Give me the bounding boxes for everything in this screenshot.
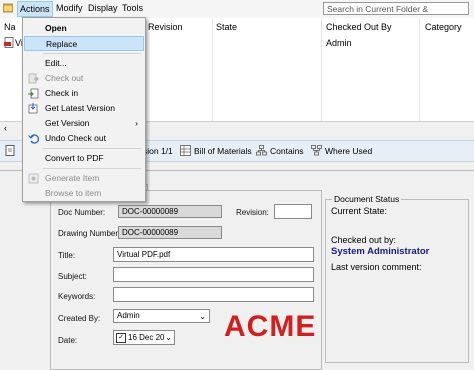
menu-item-get-version[interactable]: Get Version › (24, 116, 144, 131)
checked-out-by-label: Checked out by: (331, 235, 397, 245)
menu-actions[interactable]: Actions (17, 1, 53, 17)
tab-version[interactable]: sion 1/1 (143, 146, 173, 156)
acme-logo: ACME (224, 310, 317, 343)
actions-menu: Open Replace Edit... Check out Check in … (22, 17, 146, 202)
subject-field[interactable] (113, 267, 314, 282)
menu-item-open[interactable]: Open (24, 21, 144, 36)
title-field[interactable]: Virtual PDF.pdf (113, 247, 314, 262)
date-picker[interactable]: ✓ 16 Dec 20 ⌄ (113, 330, 175, 345)
menu-item-get-latest-version[interactable]: Get Latest Version (24, 101, 144, 116)
keywords-field[interactable] (113, 287, 314, 302)
where-used-icon (311, 145, 322, 156)
undo-icon (28, 133, 40, 144)
revision-label: Revision: (236, 208, 269, 217)
get-latest-version-icon (28, 103, 39, 114)
title-label: Title: (58, 251, 76, 260)
menu-item-edit[interactable]: Edit... (24, 56, 144, 71)
bill-of-materials-icon (180, 145, 191, 156)
document-status-group: Document Status (325, 194, 469, 363)
created-by-label: Created By: (58, 314, 101, 323)
menu-item-undo-check-out[interactable]: Undo Check out (24, 131, 144, 146)
last-version-comment-label: Last version comment: (331, 262, 422, 272)
check-in-icon (28, 88, 39, 99)
generate-item-icon (28, 173, 39, 184)
chevron-down-icon[interactable]: ⌄ (165, 332, 172, 343)
menu-item-generate-item: Generate Item (24, 171, 144, 186)
pdf-file-icon (4, 37, 14, 48)
chevron-down-icon[interactable]: ⌄ (199, 311, 206, 322)
current-state-label: Current State: (331, 206, 388, 216)
revision-field[interactable] (274, 204, 312, 219)
menu-item-check-in[interactable]: Check in (24, 86, 144, 101)
document-icon[interactable] (5, 145, 15, 156)
tab-bill-of-materials[interactable]: Bill of Materials (194, 146, 252, 156)
drawing-number-field: DOC-00000089 (118, 226, 222, 239)
row-checked-out-by[interactable]: Admin (326, 38, 352, 48)
scroll-left-arrow-icon[interactable]: ‹ (4, 123, 7, 133)
menu-modify[interactable]: Modify (56, 3, 83, 13)
tab-contains[interactable]: Contains (270, 146, 304, 156)
contains-icon (256, 145, 267, 156)
date-value: 16 Dec 20 (128, 333, 165, 342)
column-header-checked-out-by[interactable]: Checked Out By (326, 22, 392, 32)
column-header-name[interactable]: Na (4, 22, 16, 32)
search-input[interactable]: Search in Current Folder & Subfolders (323, 2, 469, 27)
created-by-select[interactable]: Admin ⌄ (113, 309, 210, 323)
tab-where-used[interactable]: Where Used (325, 146, 372, 156)
submenu-arrow-icon: › (135, 118, 138, 128)
doc-number-field: DOC-00000089 (118, 205, 222, 218)
menu-item-replace[interactable]: Replace (24, 36, 144, 51)
document-status-legend: Document Status (332, 194, 402, 204)
doc-number-label: Doc Number: (58, 208, 106, 217)
keywords-label: Keywords: (58, 292, 96, 301)
menu-item-check-out: Check out (24, 71, 144, 86)
menu-item-browse-to-item: Browse to item (45, 188, 102, 198)
menu-tools[interactable]: Tools (122, 3, 143, 13)
menu-display[interactable]: Display (88, 3, 118, 13)
column-header-state[interactable]: State (216, 22, 237, 32)
column-header-revision[interactable]: Revision (148, 22, 183, 32)
date-label: Date: (58, 336, 78, 345)
subject-label: Subject: (58, 272, 87, 281)
created-by-value: Admin (117, 311, 140, 320)
menu-item-convert-to-pdf[interactable]: Convert to PDF (24, 151, 144, 166)
column-header-category[interactable]: Category (425, 22, 462, 32)
drawing-number-label: Drawing Number: (58, 229, 121, 238)
checked-out-by-value: System Administrator (331, 246, 430, 257)
check-out-icon (28, 73, 39, 84)
date-checkbox[interactable]: ✓ (116, 333, 126, 343)
app-icon (2, 3, 14, 13)
